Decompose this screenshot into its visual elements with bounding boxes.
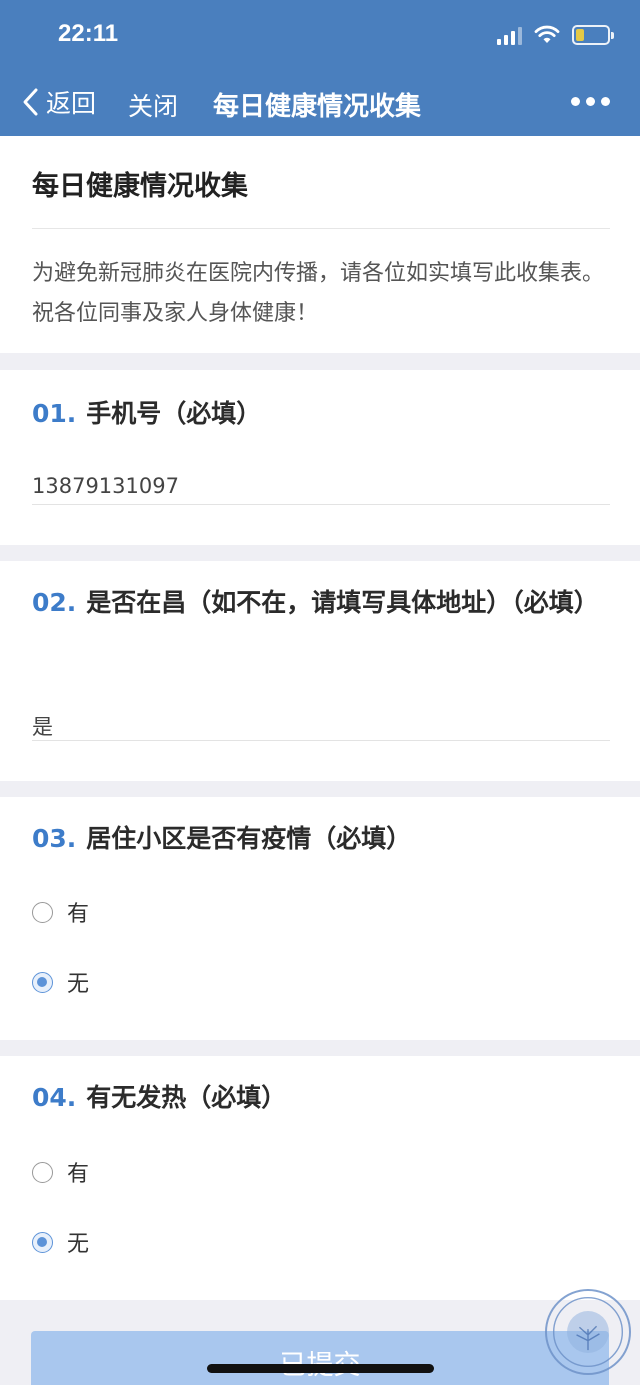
form-description: 为避免新冠肺炎在医院内传播，请各位如实填写此收集表。祝各位同事及家人身体健康！ — [32, 261, 605, 326]
radio-button-selected[interactable] — [32, 1231, 53, 1253]
phone-field[interactable]: 13879131097 — [32, 474, 179, 498]
question-title: 03. 居住小区是否有疫情（必填） — [32, 817, 612, 861]
location-field[interactable]: 是 — [32, 711, 53, 741]
radio-option-no[interactable]: 无 — [32, 1227, 89, 1257]
radio-button-selected[interactable] — [32, 971, 53, 993]
question-text: 手机号（必填） — [86, 399, 262, 428]
input-underline — [32, 740, 610, 741]
divider — [32, 228, 610, 229]
question-text: 居住小区是否有疫情（必填） — [86, 824, 412, 853]
question-number: 03. — [32, 824, 77, 853]
question-card-1: 01. 手机号（必填） 13879131097 — [0, 370, 640, 545]
chevron-left-icon — [23, 88, 38, 116]
more-icon[interactable] — [571, 97, 610, 106]
intro-card: 每日健康情况收集 为避免新冠肺炎在医院内传播，请各位如实填写此收集表。祝各位同事… — [0, 136, 640, 353]
question-card-3: 03. 居住小区是否有疫情（必填） 有 无 — [0, 797, 640, 1040]
status-time: 22:11 — [58, 20, 119, 47]
status-bar: 22:11 — [0, 0, 640, 70]
wifi-icon — [534, 25, 560, 43]
question-number: 04. — [32, 1083, 77, 1112]
question-title: 01. 手机号（必填） — [32, 392, 612, 436]
radio-option-no[interactable]: 无 — [32, 967, 89, 997]
radio-label: 有 — [67, 902, 90, 927]
radio-label: 无 — [67, 1232, 90, 1257]
question-text: 是否在昌（如不在，请填写具体地址）（必填） — [86, 588, 599, 617]
radio-label: 无 — [67, 972, 90, 997]
question-number: 01. — [32, 399, 77, 428]
input-underline — [32, 504, 610, 505]
radio-option-yes[interactable]: 有 — [32, 897, 89, 927]
question-title: 04. 有无发热（必填） — [32, 1076, 612, 1120]
question-text: 有无发热（必填） — [86, 1083, 287, 1112]
back-button[interactable]: 返回 — [20, 84, 96, 120]
university-seal-icon — [545, 1289, 631, 1375]
question-number: 02. — [32, 588, 77, 617]
form-title: 每日健康情况收集 — [32, 171, 248, 202]
app-header: 22:11 返回 关闭 每日健康情况收集 — [0, 0, 640, 136]
back-label: 返回 — [46, 89, 97, 118]
nav-bar: 返回 关闭 每日健康情况收集 — [0, 70, 640, 136]
radio-button[interactable] — [32, 1161, 53, 1183]
question-title: 02. 是否在昌（如不在，请填写具体地址）（必填） — [32, 581, 612, 625]
home-indicator — [207, 1364, 434, 1373]
question-card-2: 02. 是否在昌（如不在，请填写具体地址）（必填） 是 — [0, 561, 640, 781]
close-button[interactable]: 关闭 — [128, 87, 178, 123]
radio-option-yes[interactable]: 有 — [32, 1157, 89, 1187]
radio-button[interactable] — [32, 901, 53, 923]
submit-button[interactable]: 已提交 — [31, 1331, 609, 1385]
radio-label: 有 — [67, 1162, 90, 1187]
nav-title: 每日健康情况收集 — [213, 92, 422, 122]
status-icons — [497, 22, 614, 48]
question-card-4: 04. 有无发热（必填） 有 无 — [0, 1056, 640, 1300]
signal-icon — [497, 25, 522, 45]
battery-icon — [572, 25, 614, 45]
